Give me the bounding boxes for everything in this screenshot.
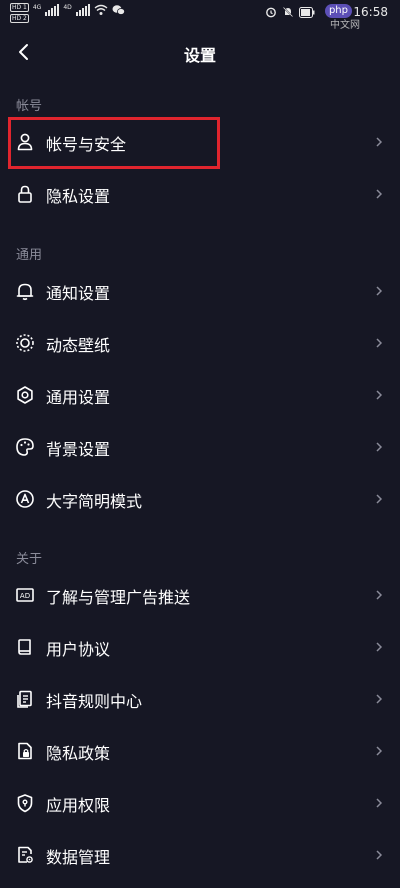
- shield-icon: [17, 794, 33, 813]
- page-title: 设置: [183, 46, 216, 65]
- hd-badge-2: HD 2: [10, 14, 29, 23]
- gear-icon: [17, 386, 33, 404]
- hd-badge-1: HD 1: [10, 3, 29, 12]
- settings-item-user-agreement[interactable]: 用户协议: [0, 622, 400, 674]
- lock-icon: [18, 185, 32, 203]
- highlight-box: [8, 117, 220, 169]
- chevron-right-icon: [376, 338, 383, 348]
- chevron-right-icon: [376, 286, 383, 296]
- settings-item-label: 大字简明模式: [46, 492, 143, 511]
- chevron-right-icon: [376, 694, 383, 704]
- settings-item-privacy-policy[interactable]: 隐私政策: [0, 726, 400, 778]
- section-label-account: 帐号: [16, 99, 43, 114]
- settings-item-app-permissions[interactable]: 应用权限: [0, 778, 400, 830]
- settings-item-label: 了解与管理广告推送: [46, 588, 191, 607]
- chevron-right-icon: [376, 642, 383, 652]
- settings-item-label: 隐私设置: [46, 187, 111, 206]
- network-label-2: 4D: [63, 4, 72, 11]
- chevron-right-icon: [376, 590, 383, 600]
- settings-item-dynamic-wallpaper[interactable]: 动态壁纸: [0, 318, 400, 370]
- settings-item-label: 抖音规则中心: [46, 692, 143, 711]
- settings-item-label: 动态壁纸: [46, 336, 111, 355]
- data-manage-icon: [18, 846, 33, 863]
- mute-bell-icon: [283, 6, 294, 18]
- settings-item-large-font-mode[interactable]: 大字简明模式: [0, 474, 400, 526]
- dynamic-wallpaper-icon: [16, 334, 34, 352]
- wifi-icon: [94, 4, 108, 15]
- privacy-doc-icon: [18, 742, 32, 760]
- chevron-right-icon: [376, 189, 383, 199]
- settings-item-background[interactable]: 背景设置: [0, 422, 400, 474]
- signal-icon-2: [75, 4, 90, 16]
- settings-item-label: 通知设置: [46, 284, 111, 303]
- network-label-1: 4G: [32, 4, 42, 11]
- status-bar: HD 1 HD 2 4G 4D 16:58 php 中文网: [0, 0, 400, 31]
- signal-icon-1: [45, 4, 60, 16]
- settings-item-rules-center[interactable]: 抖音规则中心: [0, 674, 400, 726]
- palette-icon: [16, 438, 34, 456]
- alarm-icon: [266, 7, 277, 18]
- settings-item-general-settings[interactable]: 通用设置: [0, 370, 400, 422]
- settings-item-ad-management[interactable]: AD 了解与管理广告推送: [0, 570, 400, 622]
- watermark-text: 中文网: [330, 20, 360, 31]
- settings-item-data-management[interactable]: 数据管理: [0, 830, 400, 882]
- settings-item-label: 背景设置: [46, 440, 111, 459]
- rules-doc-icon: [17, 690, 32, 708]
- book-icon: [18, 639, 31, 655]
- wechat-icon: [112, 5, 125, 15]
- battery-icon: [299, 6, 315, 18]
- status-left: HD 1 HD 2 4G 4D: [10, 3, 125, 23]
- chevron-right-icon: [376, 798, 383, 808]
- settings-item-notifications[interactable]: 通知设置: [0, 266, 400, 318]
- chevron-right-icon: [376, 746, 383, 756]
- svg-text:AD: AD: [20, 592, 30, 600]
- font-a-icon: [16, 490, 34, 508]
- settings-item-label: 应用权限: [46, 796, 111, 815]
- chevron-right-icon: [376, 442, 383, 452]
- chevron-right-icon: [376, 137, 383, 147]
- ad-icon: AD: [16, 588, 34, 602]
- settings-item-label: 数据管理: [46, 848, 111, 867]
- settings-item-label: 隐私政策: [46, 744, 111, 763]
- settings-item-privacy-settings[interactable]: 隐私设置: [0, 169, 400, 221]
- page-header: 设置: [0, 32, 400, 72]
- chevron-right-icon: [376, 494, 383, 504]
- bell-icon: [16, 283, 34, 301]
- chevron-right-icon: [376, 850, 383, 860]
- settings-item-label: 用户协议: [46, 640, 111, 659]
- section-label-general: 通用: [16, 248, 43, 263]
- settings-item-label: 通用设置: [46, 388, 111, 407]
- chevron-right-icon: [376, 390, 383, 400]
- section-label-about: 关于: [16, 552, 43, 567]
